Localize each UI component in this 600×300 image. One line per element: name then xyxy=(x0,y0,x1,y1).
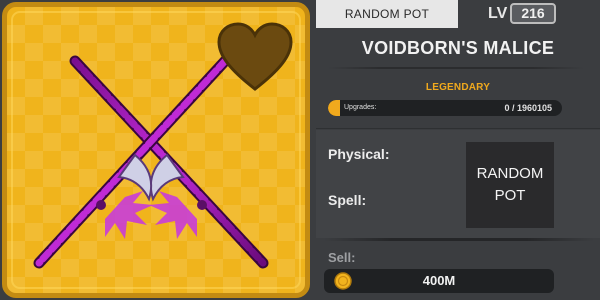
level-value: 216 xyxy=(510,3,556,24)
random-pot-box: RANDOM POT xyxy=(466,142,554,228)
divider xyxy=(328,67,584,69)
pot-box-line1: RANDOM xyxy=(476,165,544,182)
pot-box-line2: POT xyxy=(494,187,526,204)
upgrades-progress-fill xyxy=(328,100,340,116)
divider xyxy=(324,238,594,241)
heart-icon[interactable] xyxy=(215,21,295,93)
sell-label: Sell: xyxy=(328,250,356,265)
divider xyxy=(316,128,600,129)
item-card[interactable] xyxy=(2,2,310,298)
rarity-label: LEGENDARY xyxy=(425,82,491,93)
item-details-panel: RANDOM POT LV 216 VOIDBORN'S MALICE LEGE… xyxy=(316,0,600,300)
coin-icon xyxy=(334,272,352,290)
item-name: VOIDBORN'S MALICE xyxy=(361,38,555,58)
spell-stat-label: Spell: xyxy=(328,192,367,208)
random-pot-tab[interactable]: RANDOM POT xyxy=(316,0,458,28)
sell-value: 400M xyxy=(422,273,456,288)
stats-area: Physical: Spell: RANDOM POT xyxy=(316,130,600,238)
upgrades-value: 0 / 1960105 xyxy=(504,103,552,113)
upgrades-label: Upgrades: xyxy=(344,104,377,111)
level-label: LV xyxy=(488,5,508,22)
sell-button[interactable]: 400M xyxy=(324,269,554,293)
physical-stat-label: Physical: xyxy=(328,146,390,162)
upgrades-progress-bar: Upgrades: 0 / 1960105 xyxy=(328,100,562,116)
